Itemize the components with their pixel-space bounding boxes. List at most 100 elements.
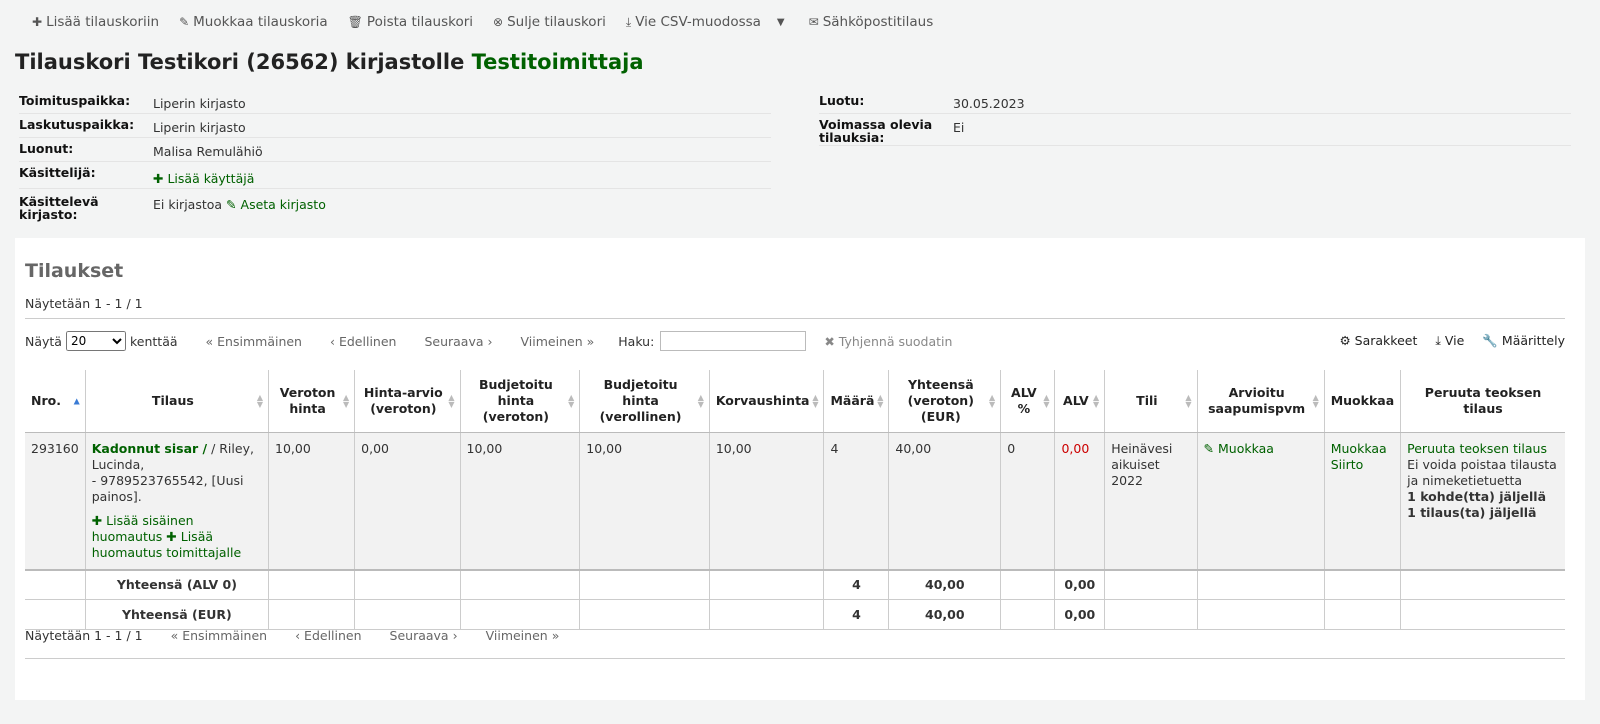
divider [25,318,1565,319]
sort-icon: ▲ ▼ [1312,392,1319,409]
info-label: Toimituspaikka: [19,93,131,108]
info-label: Käsittelevä kirjasto: [19,194,99,222]
sort-icon: ▲ ▼ [697,392,704,409]
show-label: Näytä [25,333,62,349]
cannot-delete-text: Ei voida poistaa tilausta ja nimeketietu… [1407,456,1557,488]
info-value: 30.05.2023 [953,96,1025,111]
add-user-link[interactable]: ✚ Lisää käyttäjä [153,171,254,186]
col-header-vat[interactable]: ALV ▲ ▼ [1054,370,1105,433]
double-chevron-left-icon: « [170,628,179,643]
export-button[interactable]: ⤓ Vie [1435,333,1464,349]
page-title: Tilauskori Testikori (26562) kirjastolle… [15,50,644,74]
cell-estimate: 0,00 [354,432,461,571]
cell-vat-rate: 0 [1000,432,1055,571]
download-icon: ⤓ [1435,333,1441,348]
table-controls: Näytä 20 kenttää « Ensimmäinen ‹ Edellin… [25,329,1565,353]
prev-page-button[interactable]: ‹ Edellinen [330,334,396,349]
table-header-row: Nro. ▲ Tilaus ▲ ▼ Veroton hinta ▲ ▼ Hinta-arv… [25,370,1565,433]
chevron-left-icon: ‹ [329,333,335,349]
double-chevron-right-icon: » [551,628,560,643]
col-header-vat-rate[interactable]: ALV % ▲ ▼ [1000,370,1055,433]
close-icon: ✖ [824,333,835,349]
next-page-button[interactable]: Seuraava › [424,334,492,349]
info-value: Ei kirjastoa [153,197,223,212]
orders-panel: Tilaukset Näytetään 1 - 1 / 1 Näytä 20 k… [15,238,1585,700]
bottom-pagination: Näytetään 1 - 1 / 1 « Ensimmäinen ‹ Edel… [25,628,559,643]
plus-icon: ✚ [166,528,181,544]
col-header-nro[interactable]: Nro. ▲ [25,370,86,433]
last-page-button[interactable]: Viimeinen » [486,628,560,643]
columns-button[interactable]: ⚙ Sarakkeet [1339,333,1417,349]
sort-icon: ▲ ▼ [343,392,350,409]
envelope-icon: ✉ [808,15,819,29]
last-page-button[interactable]: Viimeinen » [521,334,595,349]
table-actions: ⚙ Sarakkeet ⤓ Vie 🔧 Määrittely [1339,333,1565,349]
gear-icon: ⚙ [1339,333,1351,348]
col-header-quantity[interactable]: Määrä ▲ ▼ [823,370,889,433]
search-input[interactable] [660,331,807,351]
chevron-right-icon: › [452,628,458,643]
col-header-fund[interactable]: Tili ▲ ▼ [1104,370,1198,433]
export-csv-button[interactable]: ⤓ Vie CSV-muodossa [616,14,771,30]
col-header-edit: Muokkaa [1323,370,1401,433]
sort-icon: ▲ ▼ [568,392,575,409]
double-chevron-left-icon: « [205,333,214,349]
set-library-link[interactable]: ✎ Aseta kirjasto [226,197,326,212]
first-page-button[interactable]: « Ensimmäinen [206,334,302,349]
info-row-creator: Luonut: Malisa Remulähiö [19,138,771,162]
cell-edit: Muokkaa Siirto [1323,432,1401,571]
col-header-estimate[interactable]: Hinta-arvio (veroton) ▲ ▼ [354,370,461,433]
pencil-icon: ✎ [179,15,190,29]
cell-budget-excl: 10,00 [459,432,580,571]
info-value: Ei [953,120,965,135]
add-to-basket-button[interactable]: ✚ Lisää tilauskoriin [22,14,169,30]
delete-basket-button[interactable]: 🗑 Poista tilauskori [338,14,483,30]
plus-icon: ✚ [153,171,168,186]
close-basket-button[interactable]: ⊗ Sulje tilauskori [483,14,616,30]
footer-total: 40,00 [888,599,1001,630]
col-header-order[interactable]: Tilaus ▲ ▼ [84,370,269,433]
next-page-button[interactable]: Seuraava › [390,628,458,643]
col-header-eta[interactable]: Arvioitu saapumispvm ▲ ▼ [1196,370,1325,433]
clear-filter-button[interactable]: ✖ Tyhjennä suodatin [824,334,952,349]
page-size-select[interactable]: 20 [65,331,126,351]
edit-basket-button[interactable]: ✎ Muokkaa tilauskoria [169,14,338,30]
orders-table: Nro. ▲ Tilaus ▲ ▼ Veroton hinta ▲ ▼ Hinta-arv… [25,370,1565,630]
col-header-budget-excl[interactable]: Budjetoitu hinta (veroton) ▲ ▼ [459,370,580,433]
cancel-order-link[interactable]: Peruuta teoksen tilaus [1407,441,1547,456]
info-label: Luotu: [819,93,865,108]
vendor-link[interactable]: Testitoimittaja [472,50,644,74]
col-header-total[interactable]: Yhteensä (veroton) (EUR) ▲ ▼ [888,370,1001,433]
info-label: Luonut: [19,141,74,156]
order-title-link[interactable]: Kadonnut sisar / [92,441,207,456]
col-header-budget-incl[interactable]: Budjetoitu hinta (verollinen) ▲ ▼ [579,370,710,433]
email-order-button[interactable]: ✉ Sähköpostitilaus [799,14,944,30]
plus-icon: ✚ [91,512,107,528]
info-row-delivery: Toimituspaikka: Liperin kirjasto [19,90,771,114]
items-left-text: 1 kohde(tta) jäljellä [1407,488,1547,504]
col-header-replacement[interactable]: Korvaushinta ▲ ▼ [708,370,824,433]
footer-label: Yhteensä (EUR) [84,599,269,630]
col-header-price[interactable]: Veroton hinta ▲ ▼ [268,370,355,433]
first-page-button[interactable]: « Ensimmäinen [171,628,267,643]
close-circle-icon: ⊗ [493,15,504,29]
sort-icon: ▲ ▼ [448,392,455,409]
prev-page-button[interactable]: ‹ Edellinen [295,628,361,643]
sort-icon: ▲ ▼ [1043,392,1050,409]
sort-icon: ▲ ▼ [877,392,884,409]
chevron-left-icon: ‹ [295,628,301,643]
toolbar: ✚ Lisää tilauskoriin ✎ Muokkaa tilauskoria… [22,11,943,33]
double-chevron-right-icon: » [586,333,595,349]
edit-eta-link[interactable]: ✎ Muokkaa [1204,441,1274,456]
sort-asc-icon: ▲ [73,396,80,406]
info-value: Liperin kirjasto [153,120,246,135]
configure-button[interactable]: 🔧 Määrittely [1482,333,1565,349]
cell-quantity: 4 [823,432,889,571]
transfer-order-link[interactable]: Siirto [1331,457,1364,472]
table-row: 293160 Kadonnut sisar / / Riley, Lucinda… [25,432,1565,571]
edit-order-link[interactable]: Muokkaa [1331,441,1387,456]
export-dropdown-toggle[interactable]: ▼ [771,17,799,28]
info-row-managers: Käsittelijä: ✚ Lisää käyttäjä [19,162,771,189]
sort-icon: ▲ ▼ [1185,392,1192,409]
cell-cancel: Peruuta teoksen tilaus Ei voida poistaa … [1400,432,1565,571]
